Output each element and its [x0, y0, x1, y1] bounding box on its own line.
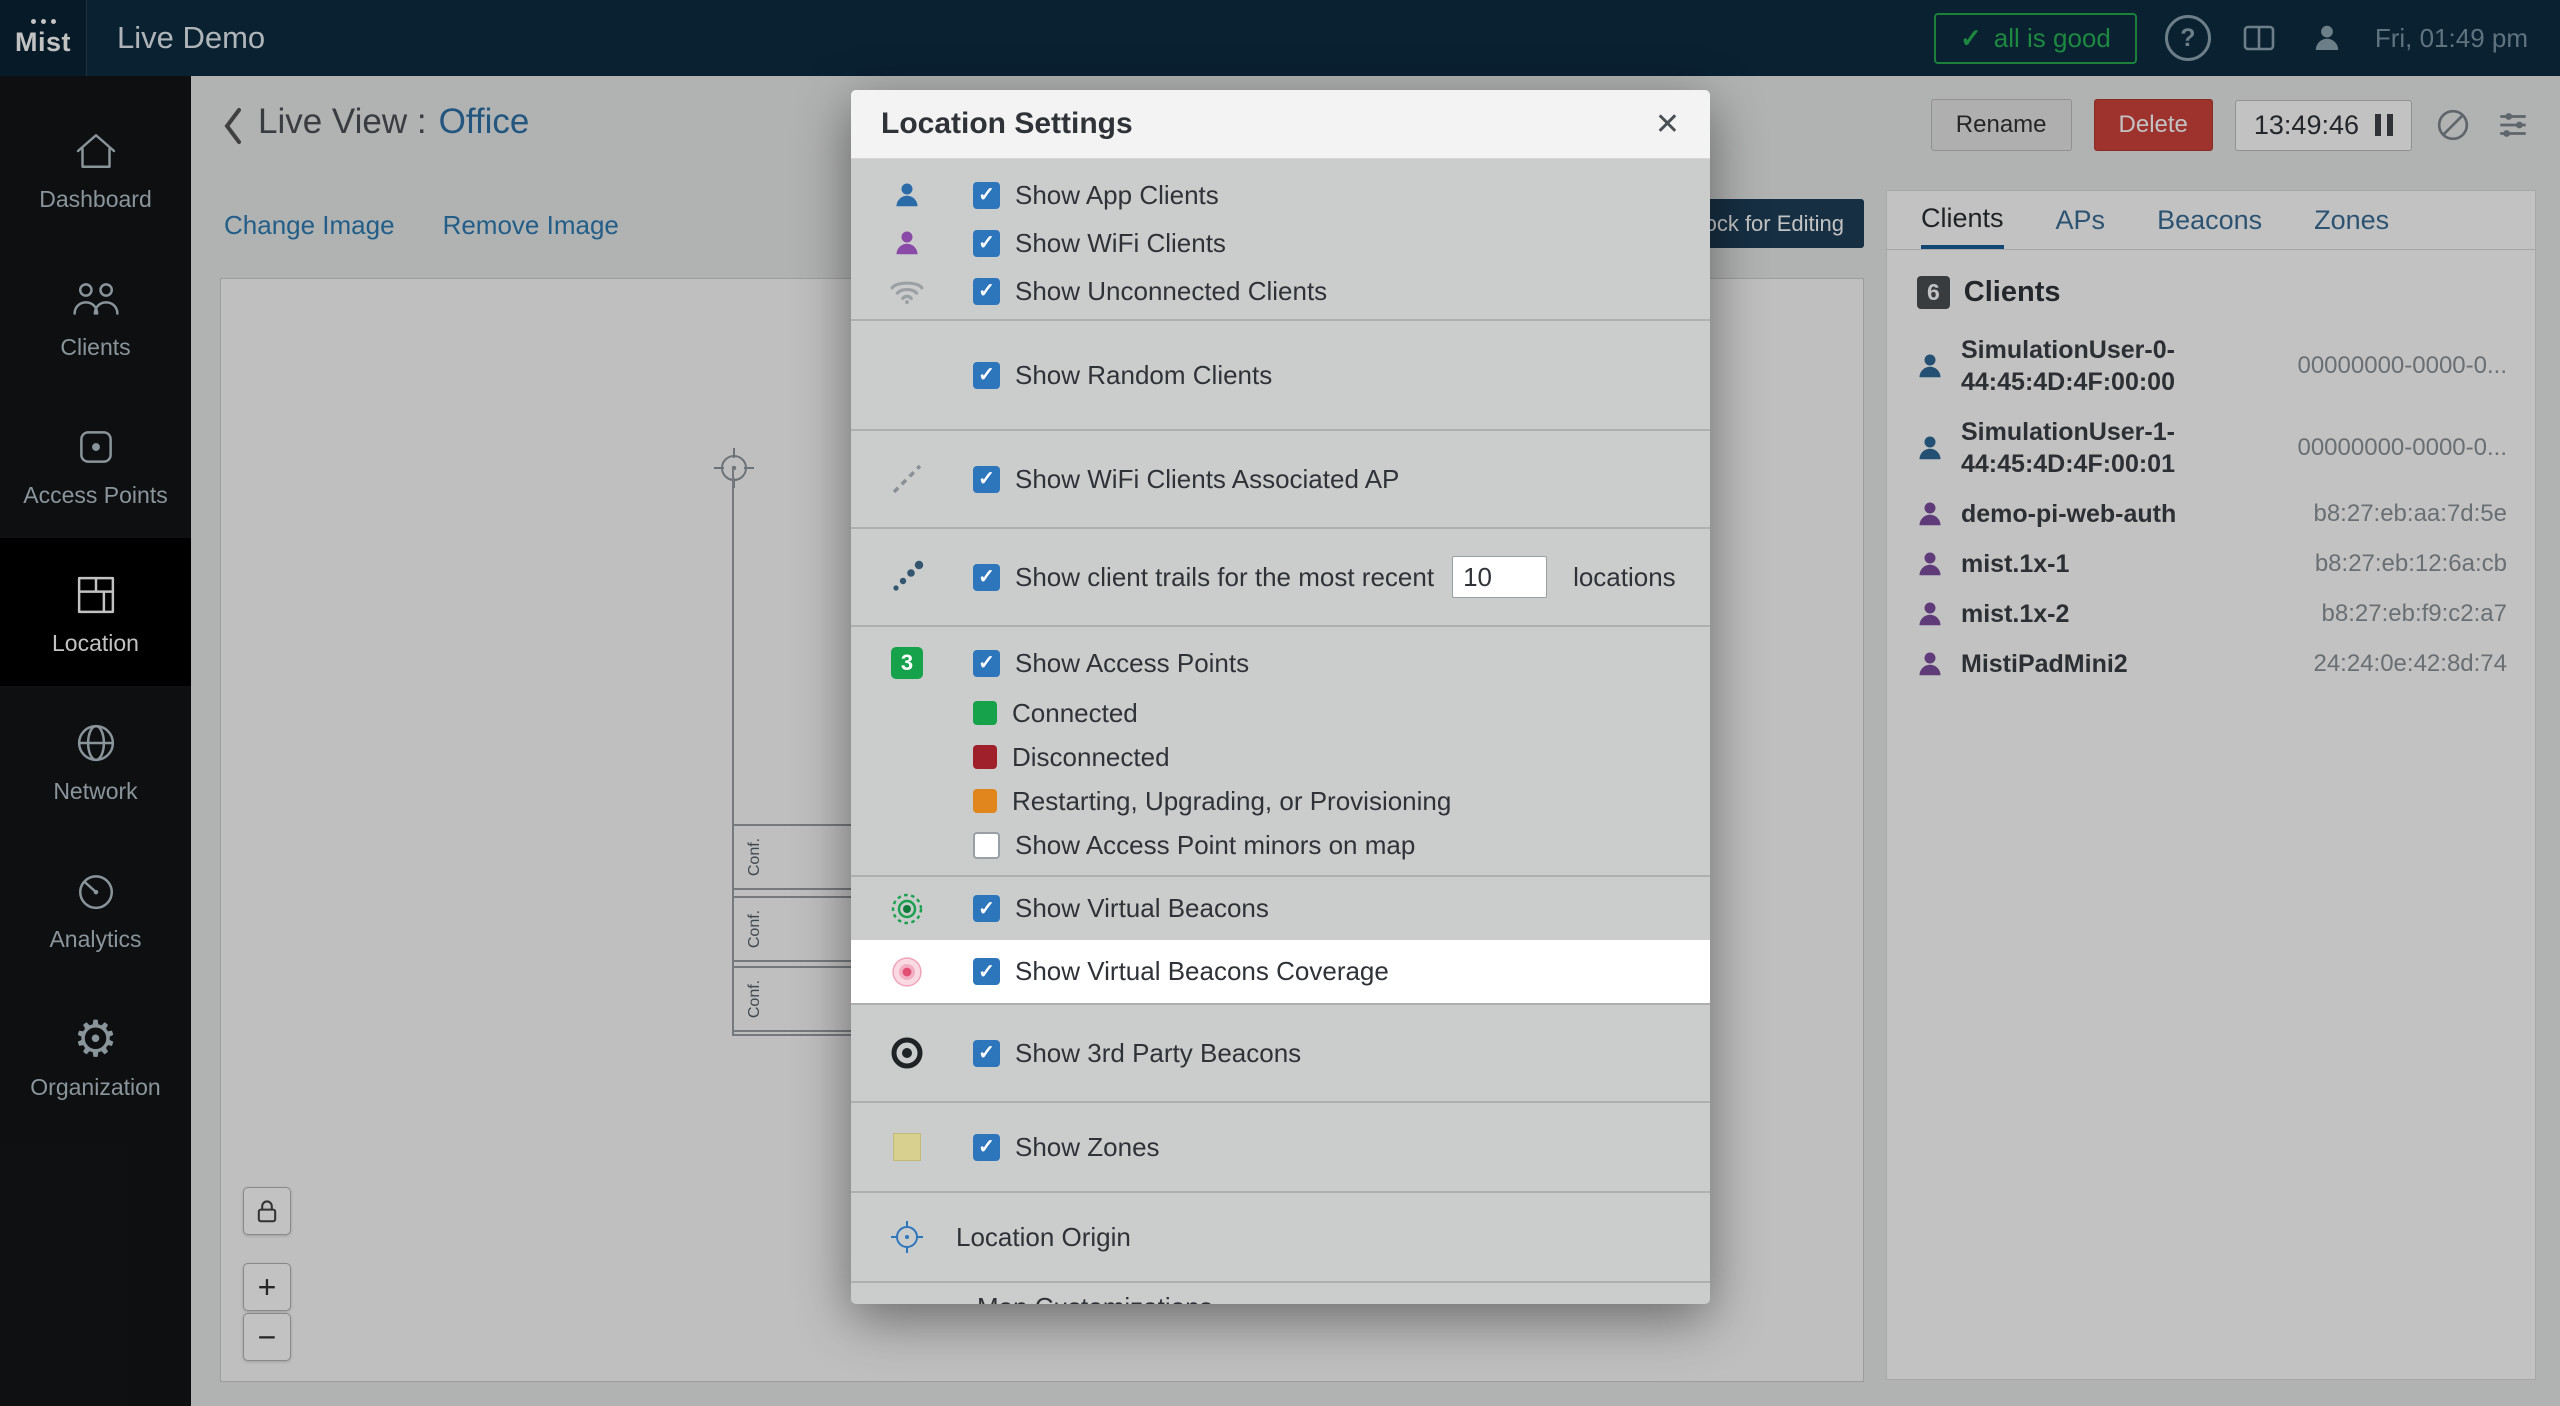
location-origin-section: Location Origin — [851, 1193, 1710, 1283]
third-party-beacon-icon — [873, 1036, 941, 1070]
show-zones-row: Show Zones — [851, 1123, 1710, 1171]
zone-color-icon — [873, 1133, 941, 1161]
show-unconnected-clients-label: Show Unconnected Clients — [1015, 276, 1327, 307]
trail-dots-icon — [873, 560, 941, 594]
virtual-beacons-section: Show Virtual Beacons Show Virtual Beacon… — [851, 877, 1710, 1005]
show-access-points-checkbox[interactable] — [973, 650, 1000, 677]
client-trails-checkbox[interactable] — [973, 564, 1000, 591]
client-trails-section: Show client trails for the most recent l… — [851, 529, 1710, 627]
clipped-bottom-label: Map Customizations — [977, 1292, 1213, 1304]
show-random-clients-checkbox[interactable] — [973, 362, 1000, 389]
restarting-color-swatch — [973, 789, 997, 813]
show-access-points-label: Show Access Points — [1015, 648, 1249, 679]
show-associated-ap-label: Show WiFi Clients Associated AP — [1015, 464, 1399, 495]
client-trails-label-post: locations — [1573, 562, 1676, 593]
location-origin-icon — [873, 1219, 941, 1255]
ap-connected-legend-row: Connected — [851, 691, 1710, 735]
location-origin-row: Location Origin — [851, 1213, 1710, 1261]
client-trails-label-pre: Show client trails for the most recent — [1015, 562, 1434, 593]
show-random-clients-label: Show Random Clients — [1015, 360, 1272, 391]
wifi-client-icon — [873, 228, 941, 258]
show-third-party-checkbox[interactable] — [973, 1040, 1000, 1067]
show-associated-ap-row: Show WiFi Clients Associated AP — [851, 455, 1710, 503]
show-virtual-beacons-row: Show Virtual Beacons — [851, 877, 1710, 940]
show-app-clients-row: Show App Clients — [851, 171, 1710, 219]
show-vb-coverage-row: Show Virtual Beacons Coverage — [851, 940, 1710, 1003]
connected-label: Connected — [1012, 698, 1138, 729]
show-virtual-beacons-label: Show Virtual Beacons — [1015, 893, 1269, 924]
show-wifi-clients-label: Show WiFi Clients — [1015, 228, 1226, 259]
ap-minors-checkbox[interactable] — [973, 832, 1000, 859]
clients-section: Show App Clients Show WiFi Clients Show … — [851, 159, 1710, 321]
access-points-section: 3 Show Access Points Connected Disconnec… — [851, 627, 1710, 877]
associated-ap-section: Show WiFi Clients Associated AP — [851, 431, 1710, 529]
disconnected-label: Disconnected — [1012, 742, 1170, 773]
ap-disconnected-legend-row: Disconnected — [851, 735, 1710, 779]
show-third-party-label: Show 3rd Party Beacons — [1015, 1038, 1301, 1069]
show-unconnected-clients-row: Show Unconnected Clients — [851, 267, 1710, 315]
show-app-clients-label: Show App Clients — [1015, 180, 1219, 211]
show-zones-checkbox[interactable] — [973, 1134, 1000, 1161]
location-settings-modal: Location Settings ✕ Show App Clients Sho… — [851, 90, 1710, 1304]
show-access-points-row: 3 Show Access Points — [851, 635, 1710, 691]
wifi-icon — [873, 277, 941, 305]
clipped-bottom-row: Map Customizations — [851, 1283, 1710, 1304]
ap-count-badge-icon: 3 — [873, 647, 941, 679]
connected-color-swatch — [973, 701, 997, 725]
show-unconnected-clients-checkbox[interactable] — [973, 278, 1000, 305]
client-trails-row: Show client trails for the most recent l… — [851, 553, 1710, 601]
ap-restarting-legend-row: Restarting, Upgrading, or Provisioning — [851, 779, 1710, 823]
dashed-line-icon — [873, 462, 941, 496]
app-client-icon — [873, 180, 941, 210]
show-app-clients-checkbox[interactable] — [973, 182, 1000, 209]
close-icon[interactable]: ✕ — [1655, 107, 1680, 142]
ap-minors-row: Show Access Point minors on map — [851, 823, 1710, 867]
show-wifi-clients-row: Show WiFi Clients — [851, 219, 1710, 267]
modal-title: Location Settings — [881, 107, 1133, 141]
ap-count-badge: 3 — [891, 647, 923, 679]
ap-minors-label: Show Access Point minors on map — [1015, 830, 1415, 861]
show-zones-label: Show Zones — [1015, 1132, 1160, 1163]
third-party-beacons-section: Show 3rd Party Beacons — [851, 1005, 1710, 1103]
app-root: Mist Live Demo ✓ all is good ? Fri, 01:4… — [0, 0, 2560, 1406]
show-third-party-row: Show 3rd Party Beacons — [851, 1029, 1710, 1077]
virtual-beacon-icon — [873, 892, 941, 926]
location-origin-label: Location Origin — [956, 1222, 1131, 1253]
restarting-label: Restarting, Upgrading, or Provisioning — [1012, 786, 1451, 817]
beacon-coverage-icon — [873, 955, 941, 989]
show-virtual-beacons-checkbox[interactable] — [973, 895, 1000, 922]
show-wifi-clients-checkbox[interactable] — [973, 230, 1000, 257]
show-vb-coverage-label: Show Virtual Beacons Coverage — [1015, 956, 1389, 987]
modal-header: Location Settings ✕ — [851, 90, 1710, 159]
show-random-clients-row: Show Random Clients — [851, 351, 1710, 399]
show-associated-ap-checkbox[interactable] — [973, 466, 1000, 493]
random-clients-section: Show Random Clients — [851, 321, 1710, 431]
zones-section: Show Zones — [851, 1103, 1710, 1193]
disconnected-color-swatch — [973, 745, 997, 769]
trails-count-input[interactable] — [1452, 556, 1547, 598]
show-vb-coverage-checkbox[interactable] — [973, 958, 1000, 985]
